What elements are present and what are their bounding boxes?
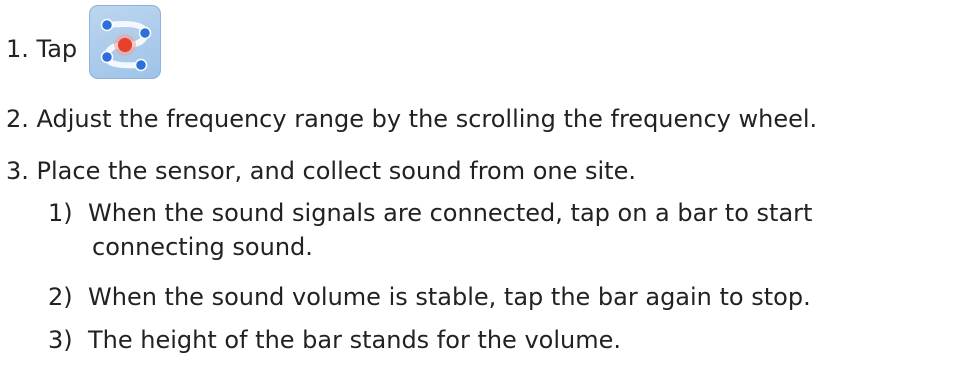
- frequency-map-icon[interactable]: [89, 5, 162, 79]
- step-3: 3. Place the sensor, and collect sound f…: [6, 157, 636, 185]
- step-2: 2. Adjust the frequency range by the scr…: [6, 105, 818, 133]
- substep-number: 2): [48, 283, 73, 311]
- substep-number: 3): [48, 326, 73, 354]
- substep-1-continuation: connecting sound.: [92, 233, 313, 261]
- step-1-text: 1. Tap: [6, 35, 78, 63]
- step-1: 1. Tap: [6, 4, 162, 80]
- substep-1: 1) When the sound signals are connected, …: [22, 198, 812, 228]
- substep-number: 1): [48, 199, 73, 227]
- substep-text: When the sound volume is stable, tap the…: [88, 283, 811, 311]
- substep-text: When the sound signals are connected, ta…: [88, 199, 813, 227]
- substep-2: 2) When the sound volume is stable, tap t…: [22, 282, 811, 312]
- substep-3: 3) The height of the bar stands for the v…: [22, 325, 621, 355]
- substep-text: The height of the bar stands for the vol…: [88, 326, 621, 354]
